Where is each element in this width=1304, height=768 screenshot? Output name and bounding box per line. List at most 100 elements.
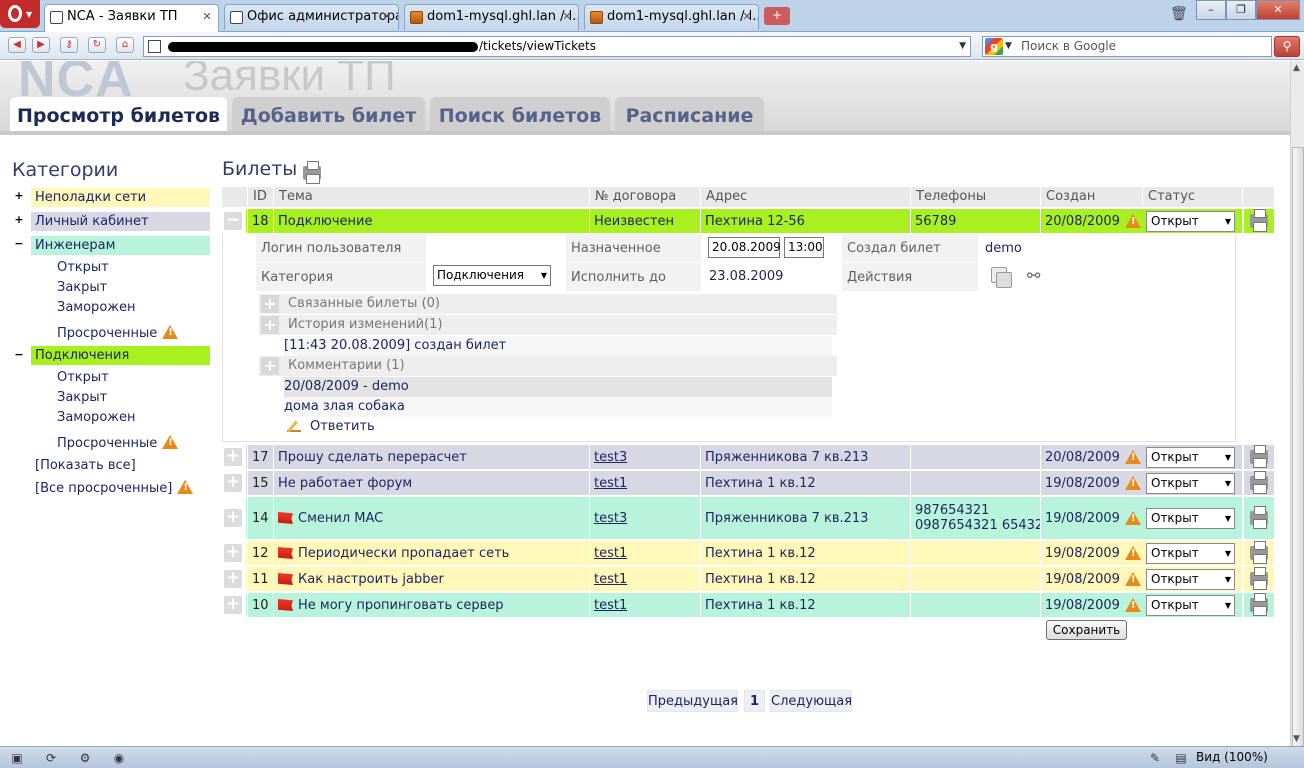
sync-icon[interactable]: ⟳ [40,750,62,766]
related-tickets-section[interactable]: + Связанные билеты (0) [259,294,837,314]
home-button[interactable]: ⌂ [116,37,134,53]
expand-icon[interactable]: + [224,570,242,588]
new-tab-button[interactable]: + [764,7,790,25]
next-page-link[interactable]: Следующая [770,690,852,712]
expand-icon[interactable]: + [261,357,279,375]
expand-icon[interactable]: + [14,190,24,201]
vertical-scrollbar[interactable]: ▲ ▼ [1290,61,1304,768]
table-row[interactable]: −18 Подключение Неизвестен Пехтина 12-56 567… [222,209,1274,233]
expand-icon[interactable]: + [14,214,24,225]
sidebar-subitem-frozen[interactable]: Заморожен [57,300,135,315]
sidebar-subitem-closed[interactable]: Закрыт [57,280,107,295]
tab-search-tickets[interactable]: Поиск билетов [430,97,610,131]
browser-tab-1[interactable]: NCA - Заявки ТП ✕ [44,4,219,32]
status-select[interactable]: Открыт [1146,568,1235,590]
address-bar[interactable]: /tickets/viewTickets ▼ [143,36,971,57]
browser-tab-3[interactable]: dom1-mysql.ghl.lan / l... ✕ [404,4,579,30]
browser-tab-4[interactable]: dom1-mysql.ghl.lan / l... ✕ [584,4,759,30]
printer-icon[interactable] [1250,209,1268,232]
minimize-button[interactable]: – [1196,0,1226,20]
panel-toggle-icon[interactable]: ▣ [6,750,28,766]
collapse-icon[interactable]: − [14,238,24,249]
opera-menu-button[interactable]: ▼ [0,0,40,28]
tab-add-ticket[interactable]: Добавить билет [232,97,425,131]
status-select[interactable]: Открыт [1146,594,1235,616]
scroll-up-icon[interactable]: ▲ [1293,63,1300,73]
tab-schedule[interactable]: Расписание [615,97,764,131]
printer-icon[interactable] [303,161,321,184]
expand-icon[interactable]: + [224,509,242,527]
table-row[interactable]: +15 Не работает форум test1 Пехтина 1 кв.12… [222,471,1274,495]
sidebar-subitem-overdue[interactable]: Просроченные [57,435,179,451]
page-view-icon[interactable]: ▤ [1170,750,1192,766]
forward-button[interactable]: ▶ [32,37,50,53]
key-icon[interactable]: ⚷ [60,37,78,53]
show-all-link[interactable]: [Показать все] [35,458,136,473]
table-row[interactable]: +14 Сменил MAC test3 Пряженникова 7 кв.213 9… [222,497,1274,539]
search-button[interactable]: ⚲ [1274,36,1300,57]
notes-icon[interactable]: ✎ [1144,750,1166,766]
browser-tab-2[interactable]: Офис администратора ✕ [224,4,399,30]
table-row[interactable]: +10 Не могу пропинговать сервер test1 Пехти… [222,593,1274,617]
printer-icon[interactable] [1250,567,1268,590]
status-select[interactable]: Открыт [1146,542,1235,564]
globe-icon[interactable]: ◉ [108,750,130,766]
cell-contract[interactable]: test3 [589,497,700,539]
all-overdue-link[interactable]: [Все просроченные] [35,480,194,496]
expand-icon[interactable]: + [261,295,279,313]
table-row[interactable]: +12 Периодически пропадает сеть test1 Пехти… [222,541,1274,565]
copy-icon[interactable] [991,267,1012,288]
chevron-down-icon[interactable]: ▼ [959,37,966,56]
search-input[interactable]: g ▼ Поиск в Google [982,36,1272,57]
collapse-icon[interactable]: − [14,349,24,360]
expand-icon[interactable]: + [224,474,242,492]
history-section[interactable]: + История изменений(1) [259,315,837,335]
sidebar-item-engineers[interactable]: Инженерам [31,236,210,255]
scroll-down-icon[interactable]: ▼ [1293,734,1300,744]
printer-icon[interactable] [1250,506,1268,529]
cell-contract[interactable]: test1 [589,541,700,565]
printer-icon[interactable] [1250,471,1268,494]
cell-contract[interactable]: test1 [589,567,700,591]
sidebar-subitem-frozen[interactable]: Заморожен [57,410,135,425]
tab-view-tickets[interactable]: Просмотр билетов [10,97,227,131]
expand-icon[interactable]: + [261,316,279,334]
close-icon[interactable]: ✕ [200,10,214,24]
status-select[interactable]: Открыт [1146,446,1235,468]
expand-icon[interactable]: + [224,544,242,562]
close-icon[interactable]: ✕ [380,10,394,24]
table-row[interactable]: +17 Прошу сделать перерасчет test3 Пряженни… [222,445,1274,469]
category-select[interactable]: Подключения ▼ [433,265,551,286]
status-select[interactable]: Открыт [1146,472,1235,494]
expand-icon[interactable]: + [224,448,242,466]
sidebar-subitem-closed[interactable]: Закрыт [57,390,107,405]
printer-icon[interactable] [1250,445,1268,468]
close-icon[interactable]: ✕ [740,10,754,24]
sidebar-item-network-problems[interactable]: Неполадки сети [31,188,210,207]
sidebar-subitem-overdue[interactable]: Просроченные [57,325,179,341]
collapse-icon[interactable]: − [224,212,242,230]
printer-icon[interactable] [1250,593,1268,616]
cell-contract[interactable]: test3 [589,445,700,469]
sidebar-subitem-open[interactable]: Открыт [57,370,109,385]
back-button[interactable]: ◀ [8,37,26,53]
chevron-down-icon[interactable]: ▼ [1005,37,1012,56]
sidebar-item-personal-account[interactable]: Личный кабинет [31,212,210,231]
comments-section[interactable]: + Комментарии (1) [259,356,837,376]
status-select[interactable]: Открыт [1146,507,1235,529]
save-button[interactable]: Сохранить [1046,620,1127,640]
trash-icon[interactable]: 🗑 [1170,6,1188,22]
sidebar-item-connections[interactable]: Подключения [31,346,210,365]
scrollbar-thumb[interactable] [1292,147,1304,768]
reply-link[interactable]: Ответить [287,417,375,437]
assigned-date-input[interactable]: 20.08.2009 [708,237,781,258]
assigned-time-input[interactable]: 13:00 [784,237,824,258]
status-select[interactable]: Открыт [1146,210,1235,232]
zoom-level[interactable]: Вид (100%) [1196,750,1268,764]
expand-icon[interactable]: + [224,596,242,614]
link-icon[interactable]: ⚯ [1027,266,1040,285]
table-row[interactable]: +11 Как настроить jabber test1 Пехтина 1 кв… [222,567,1274,591]
reload-button[interactable]: ↻ [88,37,106,53]
cell-contract[interactable]: test1 [589,593,700,617]
window-close-button[interactable]: ✕ [1256,0,1300,20]
